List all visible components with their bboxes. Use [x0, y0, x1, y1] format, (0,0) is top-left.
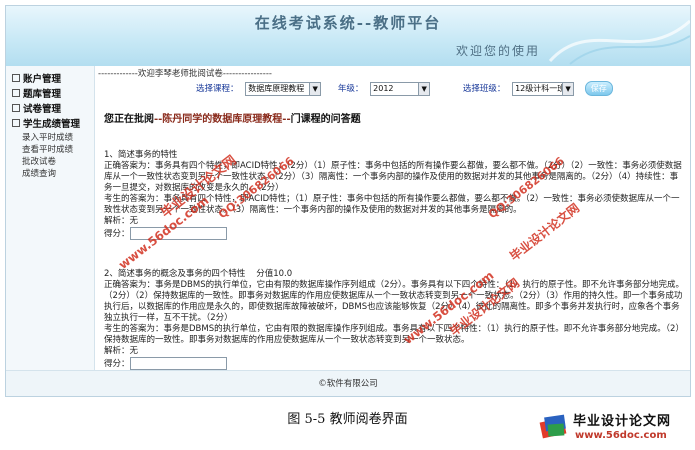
sidebar-group-question-bank[interactable]: 题库管理 [12, 87, 94, 102]
app-window: 在线考试系统--教师平台 欢迎您的使用 账户管理 题库管理 试卷管理 学生成绩管… [5, 5, 691, 397]
collapse-icon [12, 119, 20, 127]
grade-label: 年级： [337, 84, 364, 94]
question-title: 1、简述事务的特性 [104, 150, 178, 160]
decorative-swirl-icon [548, 19, 690, 65]
sidebar-item-view-score[interactable]: 查看平时成绩 [22, 144, 94, 156]
filter-bar: 选择课程： 数据库原理教程 ▼ 年级： 2012 ▼ 选择班级： 12级计科一班… [196, 81, 613, 97]
footer: ©软件有限公司 [6, 370, 690, 396]
chevron-down-icon: ▼ [309, 82, 321, 95]
chevron-down-icon: ▼ [418, 82, 430, 95]
welcome-text: 欢迎您的使用 [455, 44, 540, 58]
correct-answer: 正确答案为：事务是DBMS的执行单位，它由有限的数据库操作序列组成（2分）。事务… [104, 280, 684, 323]
book-logo-icon [539, 414, 567, 439]
score-row: 得分： [104, 357, 684, 370]
course-select[interactable]: 数据库原理教程 ▼ [245, 81, 322, 96]
sidebar-group-paper[interactable]: 试卷管理 [12, 102, 94, 117]
analysis: 解析：无 [104, 346, 139, 356]
sidebar-item-grade-paper[interactable]: 批改试卷 [22, 156, 94, 168]
grading-heading: 您正在批阅--陈丹同学的数据库原理教程--门课程的问答题 [104, 114, 361, 125]
question-title: 2、简述事务的概念及事务的四个特性 分值10.0 [104, 269, 293, 279]
site-logo: 毕业设计论文网 www.56doc.com [537, 410, 687, 446]
score-row: 得分： [104, 227, 684, 240]
welcome-notice: -------------欢迎李琴老师批阅试卷---------------- [98, 69, 272, 79]
sidebar-item-score-query[interactable]: 成绩查询 [22, 168, 94, 180]
sidebar: 账户管理 题库管理 试卷管理 学生成绩管理 录入平时成绩 查看平时成绩 批改试卷… [6, 66, 95, 370]
student-answer: 考生的答案为：事务是DBMS的执行单位，它由有限的数据库操作序列组成。事务具有以… [104, 324, 684, 345]
logo-title: 毕业设计论文网 [573, 414, 672, 429]
chevron-down-icon: ▼ [562, 82, 574, 95]
header-banner: 在线考试系统--教师平台 欢迎您的使用 [6, 6, 690, 66]
sidebar-item-enter-score[interactable]: 录入平时成绩 [22, 132, 94, 144]
expand-icon [12, 74, 20, 82]
question-2: 2、简述事务的概念及事务的四个特性 分值10.0 正确答案为：事务是DBMS的执… [104, 269, 684, 370]
sidebar-group-student-score[interactable]: 学生成绩管理 [12, 117, 94, 132]
score-input[interactable] [129, 357, 227, 370]
save-button[interactable]: 保存 [584, 81, 613, 96]
expand-icon [12, 89, 20, 97]
class-label: 选择班级： [462, 84, 506, 94]
sidebar-group-account[interactable]: 账户管理 [12, 72, 94, 87]
logo-url: www.56doc.com [575, 430, 667, 441]
course-label: 选择课程： [196, 84, 239, 94]
class-select[interactable]: 12级计科一班 ▼ [512, 81, 575, 96]
expand-icon [12, 104, 20, 112]
grade-select[interactable]: 2012 ▼ [370, 81, 431, 96]
